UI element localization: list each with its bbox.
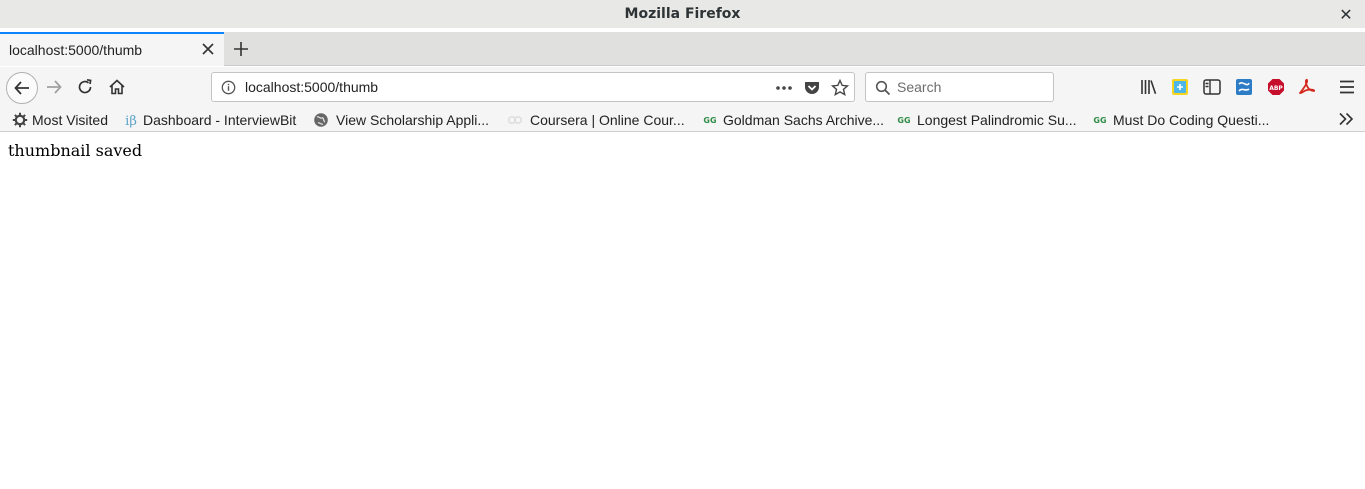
navigation-toolbar: localhost:5000/thumb Search ABP [0, 67, 1365, 107]
home-button[interactable] [103, 73, 131, 101]
forward-arrow-icon [47, 80, 62, 94]
page-actions-icon[interactable] [775, 80, 793, 96]
window-title: Mozilla Firefox [624, 6, 741, 22]
url-bar[interactable]: localhost:5000/thumb [211, 72, 855, 102]
reload-button[interactable] [71, 73, 99, 101]
reload-icon [78, 78, 92, 94]
svg-text:GG: GG [897, 116, 910, 125]
page-message: thumbnail saved [8, 141, 143, 160]
url-text[interactable]: localhost:5000/thumb [245, 79, 378, 95]
home-icon [109, 79, 125, 95]
svg-text:GG: GG [1093, 116, 1106, 125]
back-button[interactable] [6, 72, 38, 104]
bookmark-goldman-sachs[interactable]: GG Goldman Sachs Archive... [702, 110, 884, 129]
bookmark-interviewbit[interactable]: iβ Dashboard - InterviewBit [123, 110, 296, 129]
page-content: thumbnail saved [0, 133, 1365, 489]
extension-note-icon[interactable] [1171, 78, 1189, 96]
gfg-icon: GG [703, 116, 716, 125]
svg-text:GG: GG [703, 116, 716, 125]
info-icon[interactable] [221, 80, 236, 95]
bookmark-label: Must Do Coding Questi... [1113, 111, 1270, 128]
forward-button[interactable] [40, 73, 68, 101]
search-input[interactable]: Search [897, 79, 941, 95]
gear-icon [12, 112, 28, 127]
new-tab-icon[interactable] [232, 40, 250, 58]
search-bar[interactable]: Search [865, 72, 1054, 102]
svg-text:ABP: ABP [1269, 85, 1283, 92]
adblock-plus-icon[interactable]: ABP [1267, 78, 1285, 96]
bookmark-longest-palindromic[interactable]: GG Longest Palindromic Su... [896, 110, 1077, 129]
bookmark-scholarship[interactable]: View Scholarship Appli... [313, 110, 489, 129]
bookmark-label: Most Visited [32, 111, 108, 128]
window-close-button[interactable]: ✕ [1337, 5, 1355, 24]
search-icon [875, 80, 891, 96]
bookmark-label: View Scholarship Appli... [336, 111, 490, 128]
screenshot-extension-icon[interactable] [1235, 78, 1253, 96]
globe-icon [314, 112, 328, 127]
coursera-icon [507, 115, 523, 124]
window-titlebar: Mozilla Firefox ✕ [0, 0, 1365, 28]
bookmarks-toolbar: Most Visited iβ Dashboard - InterviewBit… [0, 107, 1365, 132]
svg-text:iβ: iβ [125, 114, 137, 128]
bookmark-star-icon[interactable] [831, 79, 849, 97]
bookmark-label: Dashboard - InterviewBit [143, 111, 297, 128]
bookmark-label: Coursera | Online Cour... [530, 111, 685, 128]
bookmark-must-do-coding[interactable]: GG Must Do Coding Questi... [1092, 110, 1269, 129]
tab-strip: localhost:5000/thumb [0, 32, 1365, 66]
gfg-icon: GG [1093, 116, 1106, 125]
sidebar-icon[interactable] [1203, 79, 1221, 95]
bookmark-most-visited[interactable]: Most Visited [12, 110, 108, 129]
bookmark-label: Longest Palindromic Su... [917, 111, 1077, 128]
tab-label: localhost:5000/thumb [9, 42, 143, 58]
bookmark-coursera[interactable]: Coursera | Online Cour... [507, 110, 685, 129]
gfg-icon: GG [897, 116, 910, 125]
chevron-overflow-icon[interactable] [1338, 112, 1354, 126]
hamburger-menu-icon[interactable] [1338, 79, 1356, 95]
library-icon[interactable] [1140, 79, 1158, 95]
bookmark-label: Goldman Sachs Archive... [723, 111, 885, 128]
interviewbit-icon: iβ [125, 114, 137, 128]
acrobat-icon[interactable] [1298, 78, 1316, 96]
tab-close-icon[interactable] [201, 42, 215, 56]
back-arrow-icon [14, 81, 29, 95]
pocket-icon[interactable] [803, 79, 821, 97]
tab-active[interactable]: localhost:5000/thumb [0, 32, 224, 66]
